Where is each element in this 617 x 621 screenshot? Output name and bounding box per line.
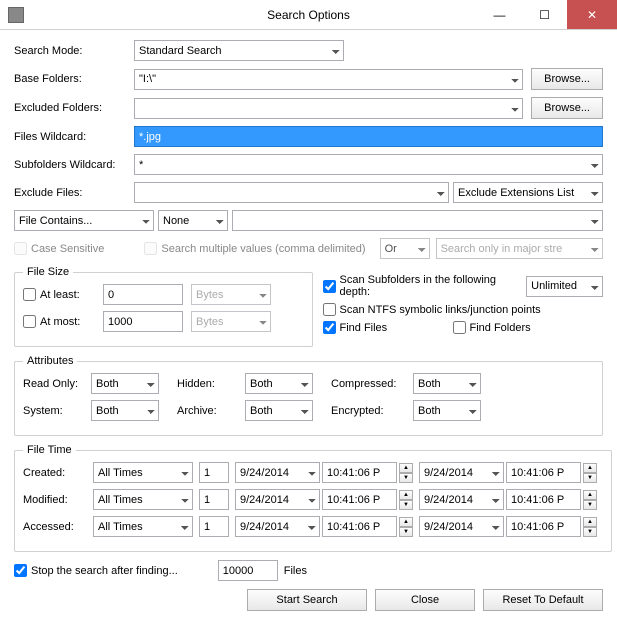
find-folders-check[interactable]: Find Folders	[453, 321, 531, 334]
system-label: System:	[23, 405, 91, 417]
modified-label: Modified:	[23, 494, 93, 506]
browse-base-button[interactable]: Browse...	[531, 68, 603, 90]
contains-value-combo[interactable]	[232, 210, 603, 231]
file-size-legend: File Size	[23, 266, 73, 278]
file-contains-select[interactable]: File Contains...	[14, 210, 154, 231]
modified-time2[interactable]	[506, 489, 581, 510]
close-button[interactable]: Close	[375, 589, 475, 611]
accessed-label: Accessed:	[23, 521, 93, 533]
at-least-value	[103, 284, 183, 305]
created-num[interactable]	[199, 462, 229, 483]
subfolders-wildcard-combo[interactable]: *	[134, 154, 603, 175]
file-size-group: File Size At least: Bytes At most: Bytes	[14, 266, 313, 347]
or-select: Or	[380, 238, 430, 259]
search-mode-label: Search Mode:	[14, 45, 134, 57]
created-date2[interactable]: 9/24/2014	[419, 462, 504, 483]
modified-num[interactable]	[199, 489, 229, 510]
file-time-legend: File Time	[23, 444, 76, 456]
base-folders-combo[interactable]: "I:\"	[134, 69, 523, 90]
search-major-select: Search only in major stre	[436, 238, 603, 259]
encrypted-label: Encrypted:	[331, 405, 413, 417]
modified-mode-select[interactable]: All Times	[93, 489, 193, 510]
created-date1[interactable]: 9/24/2014	[235, 462, 320, 483]
accessed-time1[interactable]	[322, 516, 397, 537]
system-select[interactable]: Both	[91, 400, 159, 421]
at-most-value	[103, 311, 183, 332]
spinner-icon[interactable]: ▲▼	[399, 517, 413, 537]
stop-after-check[interactable]: Stop the search after finding...	[14, 564, 178, 577]
encrypted-select[interactable]: Both	[413, 400, 481, 421]
created-label: Created:	[23, 467, 93, 479]
modified-date2[interactable]: 9/24/2014	[419, 489, 504, 510]
close-window-button[interactable]: ✕	[567, 0, 617, 29]
accessed-date2[interactable]: 9/24/2014	[419, 516, 504, 537]
case-sensitive-check: Case Sensitive	[14, 242, 104, 255]
browse-excluded-button[interactable]: Browse...	[531, 97, 603, 119]
attributes-group: Attributes Read Only: Both Hidden: Both …	[14, 355, 603, 436]
at-most-unit: Bytes	[191, 311, 271, 332]
accessed-date1[interactable]: 9/24/2014	[235, 516, 320, 537]
search-mode-select[interactable]: Standard Search	[134, 40, 344, 61]
files-wildcard-combo[interactable]: *.jpg	[134, 126, 603, 147]
accessed-mode-select[interactable]: All Times	[93, 516, 193, 537]
accessed-time2[interactable]	[506, 516, 581, 537]
accessed-num[interactable]	[199, 516, 229, 537]
subfolders-wildcard-label: Subfolders Wildcard:	[14, 159, 134, 171]
created-time1[interactable]	[322, 462, 397, 483]
spinner-icon[interactable]: ▲▼	[399, 490, 413, 510]
case-sensitive-box	[14, 242, 27, 255]
at-least-unit: Bytes	[191, 284, 271, 305]
scan-subfolders-check[interactable]: Scan Subfolders in the following depth:	[323, 274, 519, 298]
minimize-button[interactable]: —	[477, 0, 522, 29]
reset-default-button[interactable]: Reset To Default	[483, 589, 603, 611]
excluded-folders-combo[interactable]	[134, 98, 523, 119]
maximize-button[interactable]: ☐	[522, 0, 567, 29]
window-title: Search Options	[267, 8, 350, 22]
file-time-group: File Time Created: All Times 9/24/2014 ▲…	[14, 444, 612, 552]
exclude-files-label: Exclude Files:	[14, 187, 134, 199]
hidden-select[interactable]: Both	[245, 373, 313, 394]
base-folders-label: Base Folders:	[14, 73, 134, 85]
search-multi-box	[144, 242, 157, 255]
find-files-check[interactable]: Find Files	[323, 321, 453, 334]
hidden-label: Hidden:	[177, 378, 245, 390]
files-wildcard-label: Files Wildcard:	[14, 131, 134, 143]
search-multi-check: Search multiple values (comma delimited)	[144, 242, 365, 255]
files-label: Files	[284, 565, 307, 577]
attributes-legend: Attributes	[23, 355, 77, 367]
none-select[interactable]: None	[158, 210, 228, 231]
modified-time1[interactable]	[322, 489, 397, 510]
read-only-select[interactable]: Both	[91, 373, 159, 394]
exclude-files-combo[interactable]	[134, 182, 449, 203]
exclude-ext-list-select[interactable]: Exclude Extensions List	[453, 182, 603, 203]
at-most-check[interactable]: At most:	[23, 315, 103, 328]
created-time2[interactable]	[506, 462, 581, 483]
modified-date1[interactable]: 9/24/2014	[235, 489, 320, 510]
scan-ntfs-check[interactable]: Scan NTFS symbolic links/junction points	[323, 303, 541, 316]
at-least-check[interactable]: At least:	[23, 288, 103, 301]
spinner-icon[interactable]: ▲▼	[583, 463, 597, 483]
read-only-label: Read Only:	[23, 378, 91, 390]
spinner-icon[interactable]: ▲▼	[583, 490, 597, 510]
app-icon	[8, 7, 24, 23]
compressed-select[interactable]: Both	[413, 373, 481, 394]
archive-select[interactable]: Both	[245, 400, 313, 421]
compressed-label: Compressed:	[331, 378, 413, 390]
start-search-button[interactable]: Start Search	[247, 589, 367, 611]
archive-label: Archive:	[177, 405, 245, 417]
stop-count-input[interactable]	[218, 560, 278, 581]
spinner-icon[interactable]: ▲▼	[583, 517, 597, 537]
excluded-folders-label: Excluded Folders:	[14, 102, 134, 114]
spinner-icon[interactable]: ▲▼	[399, 463, 413, 483]
created-mode-select[interactable]: All Times	[93, 462, 193, 483]
depth-select[interactable]: Unlimited	[526, 276, 603, 297]
titlebar: Search Options — ☐ ✕	[0, 0, 617, 30]
